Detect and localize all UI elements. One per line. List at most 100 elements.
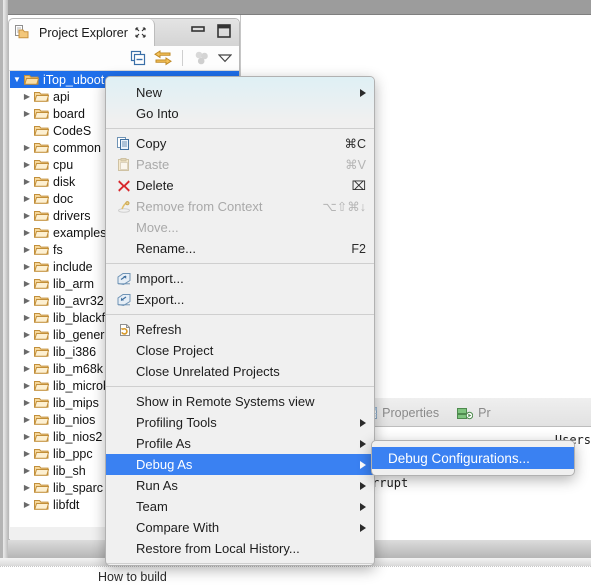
menu-item-label: Refresh	[136, 322, 182, 337]
collapse-all-icon[interactable]	[130, 50, 146, 66]
menu-item-label: Profiling Tools	[136, 415, 217, 430]
folder-icon	[34, 396, 50, 409]
menu-item-profile-as[interactable]: Profile As	[106, 433, 374, 454]
folder-icon	[34, 362, 50, 375]
folder-icon	[34, 464, 50, 477]
menu-item-profiling-tools[interactable]: Profiling Tools	[106, 412, 374, 433]
twisty-collapsed-icon[interactable]: ▶	[20, 143, 34, 152]
menu-item-show-in-remote-systems-view[interactable]: Show in Remote Systems view	[106, 391, 374, 412]
context-menu[interactable]: New Go Into Copy ⌘C Paste ⌘V Delete ⌧ Remove fro…	[105, 76, 375, 566]
menu-item-paste: Paste ⌘V	[106, 154, 374, 175]
folder-icon	[34, 447, 50, 460]
twisty-collapsed-icon[interactable]: ▶	[20, 381, 34, 390]
folder-icon	[34, 413, 50, 426]
menu-item-compare-with[interactable]: Compare With	[106, 517, 374, 538]
bottom-strip-3	[0, 566, 591, 587]
twisty-collapsed-icon[interactable]: ▶	[20, 500, 34, 509]
folder-icon	[34, 90, 50, 103]
menu-item-shortcut: ⌘C	[344, 137, 366, 151]
tab-label: Pr	[478, 406, 491, 420]
minimize-icon[interactable]	[191, 26, 205, 36]
twisty-collapsed-icon[interactable]: ▶	[20, 483, 34, 492]
folder-icon	[34, 328, 50, 341]
submenu-arrow-icon	[360, 502, 366, 511]
menu-separator	[106, 563, 374, 564]
twisty-collapsed-icon[interactable]: ▶	[20, 279, 34, 288]
twisty-collapsed-icon[interactable]: ▶	[20, 177, 34, 186]
submenu-arrow-icon	[360, 418, 366, 427]
menu-item-close-unrelated-projects[interactable]: Close Unrelated Projects	[106, 361, 374, 382]
menu-item-debug-as[interactable]: Debug As	[106, 454, 374, 475]
twisty-collapsed-icon[interactable]: ▶	[20, 466, 34, 475]
folder-icon	[34, 260, 50, 273]
menu-item-restore-from-local-history[interactable]: Restore from Local History...	[106, 538, 374, 559]
tree-item-label: lib_nios2	[53, 429, 103, 444]
menu-item-team[interactable]: Team	[106, 496, 374, 517]
twisty-collapsed-icon[interactable]: ▶	[20, 92, 34, 101]
desktop-top-bar	[0, 0, 591, 15]
menu-item-go-into[interactable]: Go Into	[106, 103, 374, 124]
menu-item-close-project[interactable]: Close Project	[106, 340, 374, 361]
twisty-collapsed-icon[interactable]: ▶	[20, 245, 34, 254]
twisty-collapsed-icon[interactable]: ▶	[20, 228, 34, 237]
twisty-collapsed-icon[interactable]: ▶	[20, 194, 34, 203]
folder-icon	[34, 107, 50, 120]
tree-item-label: CodeS	[53, 123, 92, 138]
twisty-collapsed-icon[interactable]: ▶	[20, 160, 34, 169]
submenu-arrow-icon	[360, 88, 366, 97]
folder-icon	[34, 379, 50, 392]
tree-item-label: disk	[53, 174, 76, 189]
tree-item-label: lib_sh	[53, 463, 86, 478]
link-with-editor-icon[interactable]	[154, 50, 172, 66]
tree-item-label: drivers	[53, 208, 91, 223]
maximize-icon[interactable]	[217, 24, 231, 38]
tree-item-label: lib_ppc	[53, 446, 93, 461]
twisty-expanded-icon[interactable]: ▼	[10, 75, 24, 84]
twisty-collapsed-icon[interactable]: ▶	[20, 313, 34, 322]
menu-item-run-as[interactable]: Run As	[106, 475, 374, 496]
view-menu-chevron-icon[interactable]	[218, 53, 232, 63]
twisty-collapsed-icon[interactable]: ▶	[20, 109, 34, 118]
twisty-collapsed-icon[interactable]: ▶	[20, 398, 34, 407]
menu-separator	[106, 314, 374, 315]
menu-item-import[interactable]: Import...	[106, 268, 374, 289]
twisty-collapsed-icon[interactable]: ▶	[20, 262, 34, 271]
screen-root: Project Explorer ▼ iTop_uboot ▶ api ▶ bo…	[0, 0, 591, 587]
twisty-collapsed-icon[interactable]: ▶	[20, 432, 34, 441]
tab-project-explorer[interactable]: Project Explorer	[9, 19, 155, 46]
tab-progress[interactable]: Pr	[448, 400, 500, 426]
tree-item-label: fs	[53, 242, 63, 257]
tree-item-label: iTop_uboot	[43, 72, 105, 87]
twisty-collapsed-icon[interactable]: ▶	[20, 347, 34, 356]
menu-item-label: Remove from Context	[136, 199, 263, 214]
folder-icon	[34, 158, 50, 171]
menu-item-copy[interactable]: Copy ⌘C	[106, 133, 374, 154]
menu-item-label: Compare With	[136, 520, 220, 535]
menu-item-refresh[interactable]: Refresh	[106, 319, 374, 340]
menu-item-debug-configurations[interactable]: Debug Configurations...	[372, 447, 574, 469]
focus-on-active-task-icon[interactable]	[193, 50, 210, 66]
menu-item-label: Profile As	[136, 436, 191, 451]
menu-item-new[interactable]: New	[106, 82, 374, 103]
folder-icon	[34, 209, 50, 222]
tree-item-label: lib_i386	[53, 344, 97, 359]
menu-item-label: Restore from Local History...	[136, 541, 300, 556]
menu-separator	[106, 386, 374, 387]
twisty-collapsed-icon[interactable]: ▶	[20, 211, 34, 220]
view-window-buttons	[191, 24, 231, 38]
menu-item-rename[interactable]: Rename... F2	[106, 238, 374, 259]
menu-item-export[interactable]: Export...	[106, 289, 374, 310]
progress-icon	[457, 407, 474, 420]
twisty-collapsed-icon[interactable]: ▶	[20, 330, 34, 339]
menu-item-delete[interactable]: Delete ⌧	[106, 175, 374, 196]
close-icon[interactable]	[135, 27, 146, 38]
twisty-collapsed-icon[interactable]: ▶	[20, 415, 34, 424]
twisty-collapsed-icon[interactable]: ▶	[20, 449, 34, 458]
twisty-collapsed-icon[interactable]: ▶	[20, 364, 34, 373]
twisty-collapsed-icon[interactable]: ▶	[20, 296, 34, 305]
menu-item-shortcut: ⌧	[351, 179, 366, 193]
folder-icon	[34, 141, 50, 154]
debug-as-submenu[interactable]: Debug Configurations...	[371, 440, 575, 476]
refresh-icon	[115, 323, 132, 337]
view-tab-row: Project Explorer	[9, 19, 239, 46]
